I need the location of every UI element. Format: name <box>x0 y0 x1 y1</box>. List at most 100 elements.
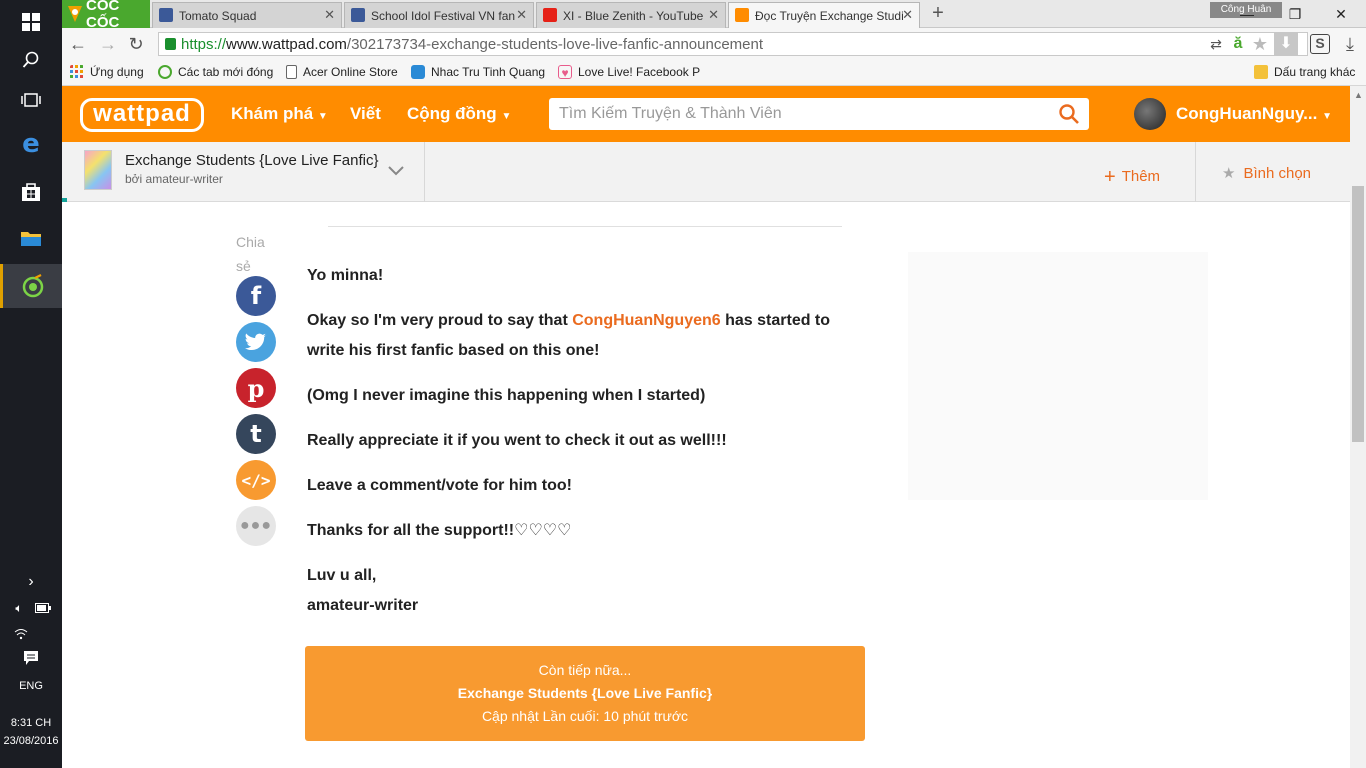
wattpad-logo[interactable]: wattpad <box>80 98 204 132</box>
bookmark-label: Dấu trang khác <box>1274 65 1356 79</box>
reload-icon[interactable]: ↻ <box>126 34 146 54</box>
extension-s-icon[interactable]: S <box>1310 34 1330 54</box>
reading-progress <box>62 198 67 202</box>
address-toolbar: ← → ↻ https:// www.wattpad.com /30217373… <box>62 28 1366 60</box>
user-mention-link[interactable]: CongHuanNguyen6 <box>572 312 720 329</box>
notification-icon[interactable] <box>0 638 62 678</box>
close-icon[interactable]: ✕ <box>902 7 913 23</box>
story-cover[interactable] <box>84 150 112 190</box>
browser-tab-bar: CỐC CỐC Tomato Squad ✕ School Idol Festi… <box>62 0 1366 31</box>
page-scrollbar[interactable]: ▲ <box>1350 86 1366 768</box>
chevron-down-icon[interactable] <box>386 160 406 180</box>
close-icon[interactable]: ✕ <box>324 7 335 23</box>
paragraph: Leave a comment/vote for him too! <box>307 477 572 494</box>
coccoc-taskbar-icon[interactable] <box>0 264 62 308</box>
url-host: www.wattpad.com <box>226 35 347 53</box>
search-icon[interactable] <box>0 38 62 82</box>
paragraph: Really appreciate it if you went to chec… <box>307 432 727 449</box>
tab-school-idol-festival[interactable]: School Idol Festival VN fan ✕ <box>344 2 534 28</box>
caret-down-icon: ▼ <box>1322 111 1332 122</box>
nav-community[interactable]: Cộng đồng ▼ <box>407 104 511 124</box>
tab-label: Đọc Truyện Exchange Studi <box>755 8 904 23</box>
bookmark-nhac-tru-tinh[interactable]: Nhac Tru Tinh Quang <box>411 65 545 79</box>
facebook-share-button[interactable]: f <box>236 276 276 316</box>
continue-reading-button[interactable]: Còn tiếp nữa... Exchange Students {Love … <box>305 646 865 741</box>
tumblr-share-button[interactable]: t <box>236 414 276 454</box>
divider <box>424 142 425 202</box>
download-icon[interactable]: ⤓ <box>1340 34 1360 54</box>
clock-time[interactable]: 8:31 CH <box>0 717 62 729</box>
translate-icon[interactable]: ⇄ <box>1206 34 1226 54</box>
tab-label: Tomato Squad <box>179 8 257 23</box>
search-icon[interactable] <box>1059 104 1079 124</box>
back-arrow-icon[interactable]: ← <box>68 34 88 54</box>
vietnamese-input-icon[interactable]: ă <box>1228 34 1248 54</box>
add-to-list-button[interactable]: + Thêm <box>1104 164 1161 188</box>
bookmark-other[interactable]: Dấu trang khác <box>1254 65 1355 79</box>
divider <box>328 226 842 227</box>
file-explorer-icon[interactable] <box>0 216 62 260</box>
story-title[interactable]: Exchange Students {Love Live Fanfic} <box>125 152 379 169</box>
more-share-button[interactable]: ●●● <box>236 506 276 546</box>
tab-label: School Idol Festival VN fan <box>371 8 516 23</box>
coccoc-logo[interactable]: CỐC CỐC <box>62 0 150 31</box>
download-helper-icon[interactable]: ⬇ <box>1274 32 1298 56</box>
tab-wattpad-active[interactable]: Đọc Truyện Exchange Studi ✕ <box>728 2 920 28</box>
nav-label: Cộng đồng <box>407 104 497 123</box>
music-icon <box>411 65 425 79</box>
new-tab-icon[interactable]: + <box>928 3 948 23</box>
recent-tabs-icon <box>158 65 172 79</box>
wattpad-icon <box>735 8 749 22</box>
bookmark-acer-store[interactable]: Acer Online Store <box>286 65 398 79</box>
forward-arrow-icon[interactable]: → <box>98 34 118 54</box>
embed-icon: </> <box>241 470 271 490</box>
bookmark-apps[interactable]: Ứng dụng <box>70 65 144 79</box>
store-icon[interactable] <box>0 170 62 214</box>
search-placeholder: Tìm Kiếm Truyện & Thành Viên <box>559 105 782 122</box>
nav-discover[interactable]: Khám phá ▼ <box>231 104 328 124</box>
divider <box>1195 142 1196 202</box>
facebook-icon: f <box>250 282 262 310</box>
bookmark-recent-tabs[interactable]: Các tab mới đóng <box>158 65 273 79</box>
language-indicator[interactable]: ENG <box>0 680 62 692</box>
tab-tomato-squad[interactable]: Tomato Squad ✕ <box>152 2 342 28</box>
nav-write[interactable]: Viết <box>350 104 381 124</box>
tab-label: XI - Blue Zenith - YouTube <box>563 8 704 23</box>
avatar[interactable] <box>1134 98 1166 130</box>
bookmark-label: Acer Online Store <box>303 65 398 79</box>
close-icon[interactable]: ✕ <box>516 7 527 23</box>
vote-button[interactable]: ★ Bình chọn <box>1222 164 1311 182</box>
caret-down-icon: ▼ <box>501 111 512 122</box>
user-menu[interactable]: CongHuanNguy... ▼ <box>1176 104 1332 124</box>
search-input[interactable]: Tìm Kiếm Truyện & Thành Viên <box>549 98 1089 130</box>
star-icon[interactable]: ★ <box>1250 34 1270 54</box>
pinterest-share-button[interactable]: p <box>236 368 276 408</box>
paragraph: amateur-writer <box>307 597 419 614</box>
edge-icon[interactable]: e <box>0 122 62 166</box>
bookmark-label: Nhac Tru Tinh Quang <box>431 65 546 79</box>
continue-line: Còn tiếp nữa... <box>538 662 632 678</box>
tab-youtube-blue-zenith[interactable]: XI - Blue Zenith - YouTube ✕ <box>536 2 726 28</box>
minimize-icon[interactable]: — <box>1224 0 1270 28</box>
bookmark-love-live-facebook[interactable]: ♥ Love Live! Facebook P <box>558 65 701 80</box>
scrollbar-thumb[interactable] <box>1352 186 1364 442</box>
paragraph: Yo minna! <box>307 267 384 284</box>
scroll-up-icon[interactable]: ▲ <box>1354 90 1363 100</box>
twitter-icon <box>245 333 267 351</box>
embed-share-button[interactable]: </> <box>236 460 276 500</box>
clock-date[interactable]: 23/08/2016 <box>0 735 62 747</box>
restore-icon[interactable]: ❐ <box>1272 0 1318 28</box>
bookmark-label: Ứng dụng <box>90 65 144 79</box>
twitter-share-button[interactable] <box>236 322 276 362</box>
bookmark-label: Love Live! Facebook P <box>578 65 701 79</box>
url-field[interactable]: https:// www.wattpad.com /302173734-exch… <box>158 32 1308 56</box>
window-close-icon[interactable]: ✕ <box>1318 0 1364 28</box>
close-icon[interactable]: ✕ <box>708 7 719 23</box>
ad-placeholder <box>908 252 1208 500</box>
task-view-icon[interactable] <box>0 78 62 122</box>
browser-brand: CỐC CỐC <box>86 0 120 31</box>
story-author[interactable]: bởi amateur-writer <box>125 172 223 186</box>
more-icon: ●●● <box>240 517 272 534</box>
add-label: Thêm <box>1121 168 1161 185</box>
lock-icon <box>165 38 176 50</box>
